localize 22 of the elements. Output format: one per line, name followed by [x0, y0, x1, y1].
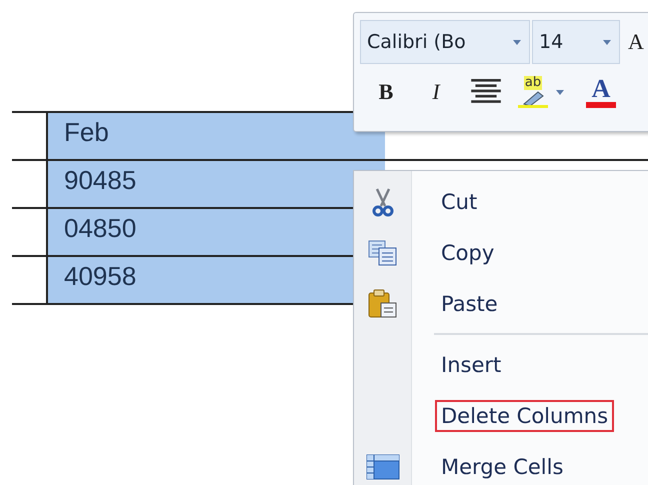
highlight-button[interactable]: ab — [518, 76, 548, 108]
menu-item[interactable]: Merge Cells — [435, 450, 570, 482]
bold-button[interactable]: B — [368, 74, 404, 110]
copy-icon — [368, 240, 398, 266]
table-cell: 90485 — [48, 159, 385, 207]
menu-item[interactable]: Paste — [435, 288, 504, 320]
dropdown-arrow-icon — [511, 38, 523, 46]
grow-font-button[interactable]: A — [628, 29, 644, 55]
menu-item[interactable]: Insert — [435, 348, 508, 380]
dropdown-arrow-icon — [601, 38, 613, 46]
menu-item[interactable]: Delete Columns — [435, 400, 614, 432]
table-icon — [366, 454, 400, 480]
italic-button[interactable]: I — [418, 74, 454, 110]
menu-item[interactable]: Cut — [435, 186, 484, 218]
scissors-icon — [372, 186, 394, 216]
font-color-button[interactable]: A — [586, 76, 616, 108]
dropdown-arrow-icon[interactable] — [554, 88, 566, 96]
font-size-field[interactable]: 14 — [532, 20, 620, 64]
menu-item[interactable]: Copy — [435, 236, 500, 268]
font-field[interactable]: Calibri (Bo — [360, 20, 530, 64]
clipboard-icon — [368, 288, 398, 318]
table-cell: Feb — [48, 111, 385, 159]
